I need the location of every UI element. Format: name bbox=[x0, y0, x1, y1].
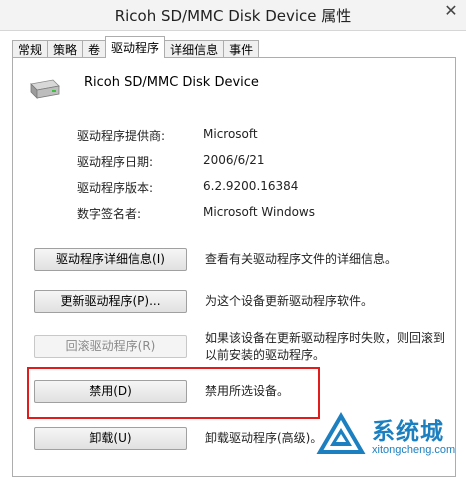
driver-version-value: 6.2.9200.16384 bbox=[203, 179, 299, 193]
driver-details-desc-line: 查看有关驱动程序文件的详细信息。 bbox=[205, 252, 398, 266]
tab-volumes[interactable]: 卷 bbox=[82, 40, 107, 58]
driver-date-value: 2006/6/21 bbox=[203, 153, 265, 167]
uninstall-desc-line: 卸载驱动程序(高级)。 bbox=[205, 431, 323, 445]
update-driver-button[interactable]: 更新驱动程序(P)... bbox=[34, 290, 187, 313]
tab-policies[interactable]: 策略 bbox=[47, 40, 84, 58]
title-bar: Ricoh SD/MMC Disk Device 属性 ✕ bbox=[0, 0, 466, 31]
watermark-url: xitongcheng.com bbox=[372, 444, 456, 456]
tab-driver[interactable]: 驱动程序 bbox=[105, 36, 166, 58]
tab-bar: 常规 策略 卷 驱动程序 详细信息 事件 bbox=[12, 36, 260, 58]
roll-back-driver-button: 回滚驱动程序(R) bbox=[34, 335, 187, 358]
device-name: Ricoh SD/MMC Disk Device bbox=[84, 75, 259, 90]
window-title: Ricoh SD/MMC Disk Device 属性 bbox=[114, 7, 352, 25]
disk-drive-icon bbox=[27, 78, 61, 105]
roll-back-driver-desc: 如果该设备在更新驱动程序时失败，则回滚到 以前安装的驱动程序。 bbox=[205, 330, 445, 364]
close-button[interactable]: ✕ bbox=[438, 0, 464, 22]
update-driver-desc-line: 为这个设备更新驱动程序软件。 bbox=[205, 294, 374, 308]
uninstall-button[interactable]: 卸载(U) bbox=[34, 427, 187, 450]
watermark-text: 系统城 bbox=[372, 419, 444, 445]
driver-version-label: 驱动程序版本: bbox=[77, 181, 154, 195]
driver-provider-value: Microsoft bbox=[203, 127, 258, 141]
tab-general[interactable]: 常规 bbox=[12, 40, 49, 58]
tab-details[interactable]: 详细信息 bbox=[164, 40, 225, 58]
roll-back-desc-line-1: 如果该设备在更新驱动程序时失败，则回滚到 bbox=[205, 331, 446, 345]
driver-provider-label: 驱动程序提供商: bbox=[77, 129, 166, 143]
watermark-logo-icon bbox=[316, 412, 366, 454]
watermark: 系统城 xitongcheng.com bbox=[314, 410, 466, 464]
driver-details-desc: 查看有关驱动程序文件的详细信息。 bbox=[205, 251, 397, 268]
update-driver-desc: 为这个设备更新驱动程序软件。 bbox=[205, 293, 373, 310]
digital-signer-label: 数字签名者: bbox=[77, 207, 142, 221]
driver-date-label: 驱动程序日期: bbox=[77, 155, 154, 169]
tab-events[interactable]: 事件 bbox=[223, 40, 260, 58]
driver-details-button[interactable]: 驱动程序详细信息(I) bbox=[34, 248, 187, 271]
roll-back-desc-line-2: 以前安装的驱动程序。 bbox=[205, 348, 326, 362]
highlight-box bbox=[27, 367, 320, 419]
uninstall-desc: 卸载驱动程序(高级)。 bbox=[205, 430, 322, 447]
digital-signer-value: Microsoft Windows bbox=[203, 205, 315, 219]
